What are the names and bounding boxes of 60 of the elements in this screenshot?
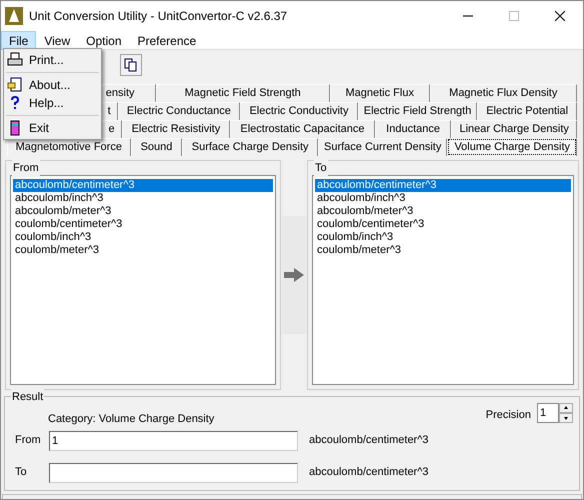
menu-item[interactable]: View bbox=[36, 30, 78, 50]
menu-item[interactable]: File bbox=[1, 30, 36, 50]
file-menu-item[interactable]: Exit bbox=[4, 119, 101, 137]
file-menu-item[interactable]: Help... bbox=[4, 94, 101, 112]
to-label: To bbox=[15, 465, 28, 480]
spin-up-icon[interactable] bbox=[559, 403, 573, 413]
unit-list-item[interactable]: coulomb/meter^3 bbox=[315, 244, 571, 257]
unit-list-item[interactable]: coulomb/meter^3 bbox=[13, 244, 273, 257]
copy-button[interactable] bbox=[120, 54, 142, 76]
category-tab[interactable]: Linear Charge Density bbox=[451, 120, 577, 138]
category-tab[interactable]: Electrostatic Capacitance bbox=[230, 120, 375, 138]
category-tab[interactable]: Surface Charge Density bbox=[182, 138, 318, 156]
category-tab[interactable]: Magnetic Field Strength bbox=[156, 84, 330, 102]
menu-item[interactable]: Option bbox=[78, 30, 130, 50]
category-tab[interactable]: Inductance bbox=[374, 120, 452, 138]
document-icon bbox=[7, 77, 23, 93]
unit-list-item[interactable]: abcoulomb/centimeter^3 bbox=[13, 179, 273, 192]
category-tab[interactable]: Electric Resistivity bbox=[122, 120, 230, 138]
unit-list-item[interactable]: abcoulomb/meter^3 bbox=[13, 205, 273, 218]
unit-list-item[interactable]: coulomb/inch^3 bbox=[315, 231, 571, 244]
group-legend: To bbox=[314, 160, 328, 176]
category-tab[interactable]: Electric Potential bbox=[477, 102, 577, 120]
category-tab[interactable]: Magnetomotive Force bbox=[7, 138, 131, 156]
unit-list-item[interactable]: abcoulomb/centimeter^3 bbox=[315, 179, 571, 192]
category-tab[interactable]: Magnetic Flux Density bbox=[430, 84, 577, 102]
from-unit-label: abcoulomb/centimeter^3 bbox=[309, 433, 429, 448]
category-label: Category: Volume Charge Density bbox=[48, 412, 214, 427]
category-tab[interactable]: Electric Field Strength bbox=[358, 102, 478, 120]
convert-button[interactable] bbox=[282, 216, 306, 334]
category-tab[interactable]: Electric Conductivity bbox=[240, 102, 358, 120]
category-tab[interactable]: Sound bbox=[130, 138, 182, 156]
unit-list-item[interactable]: abcoulomb/meter^3 bbox=[315, 205, 571, 218]
unit-list[interactable]: abcoulomb/centimeter^3 abcoulomb/inch^3 abcoulomb/meter^3 coulomb/centimeter^3 coulomb/inch^3 coulomb/meter^3 bbox=[312, 175, 574, 385]
unit-list-item[interactable]: coulomb/centimeter^3 bbox=[13, 218, 273, 231]
close-icon bbox=[555, 11, 565, 21]
right-arrow-icon bbox=[284, 268, 304, 282]
maximize-icon bbox=[509, 11, 519, 21]
menu-item[interactable]: Preference bbox=[130, 30, 204, 50]
app-icon bbox=[5, 7, 23, 25]
unit-list-item[interactable]: coulomb/inch^3 bbox=[13, 231, 273, 244]
to-unit-label: abcoulomb/centimeter^3 bbox=[309, 465, 429, 480]
copy-icon bbox=[124, 58, 138, 72]
spin-down-icon[interactable] bbox=[559, 413, 573, 423]
unit-list-item[interactable]: abcoulomb/inch^3 bbox=[13, 192, 273, 205]
from-label: From bbox=[15, 433, 42, 448]
category-tab[interactable]: Volume Charge Density bbox=[447, 138, 577, 156]
precision-label: Precision bbox=[486, 408, 531, 423]
category-tab[interactable]: Electric Conductance bbox=[118, 102, 240, 120]
to-value-field[interactable] bbox=[49, 462, 298, 482]
file-menu-item[interactable]: Print... bbox=[4, 51, 101, 69]
category-tab[interactable]: Surface Current Density bbox=[318, 138, 448, 156]
file-menu-item[interactable]: About... bbox=[4, 76, 101, 94]
from-value-field[interactable]: 1 bbox=[49, 430, 298, 450]
category-tab[interactable]: Magnetic Flux bbox=[330, 84, 430, 102]
printer-icon bbox=[7, 52, 23, 68]
unit-list-item[interactable]: abcoulomb/inch^3 bbox=[315, 192, 571, 205]
unit-list-item[interactable]: coulomb/centimeter^3 bbox=[315, 218, 571, 231]
group-legend: From bbox=[12, 160, 40, 176]
unit-list[interactable]: abcoulomb/centimeter^3 abcoulomb/inch^3 abcoulomb/meter^3 coulomb/centimeter^3 coulomb/inch^3 coulomb/meter^3 bbox=[10, 175, 276, 385]
window-title: Unit Conversion Utility - UnitConvertor-C v2.6.37 bbox=[29, 8, 288, 25]
